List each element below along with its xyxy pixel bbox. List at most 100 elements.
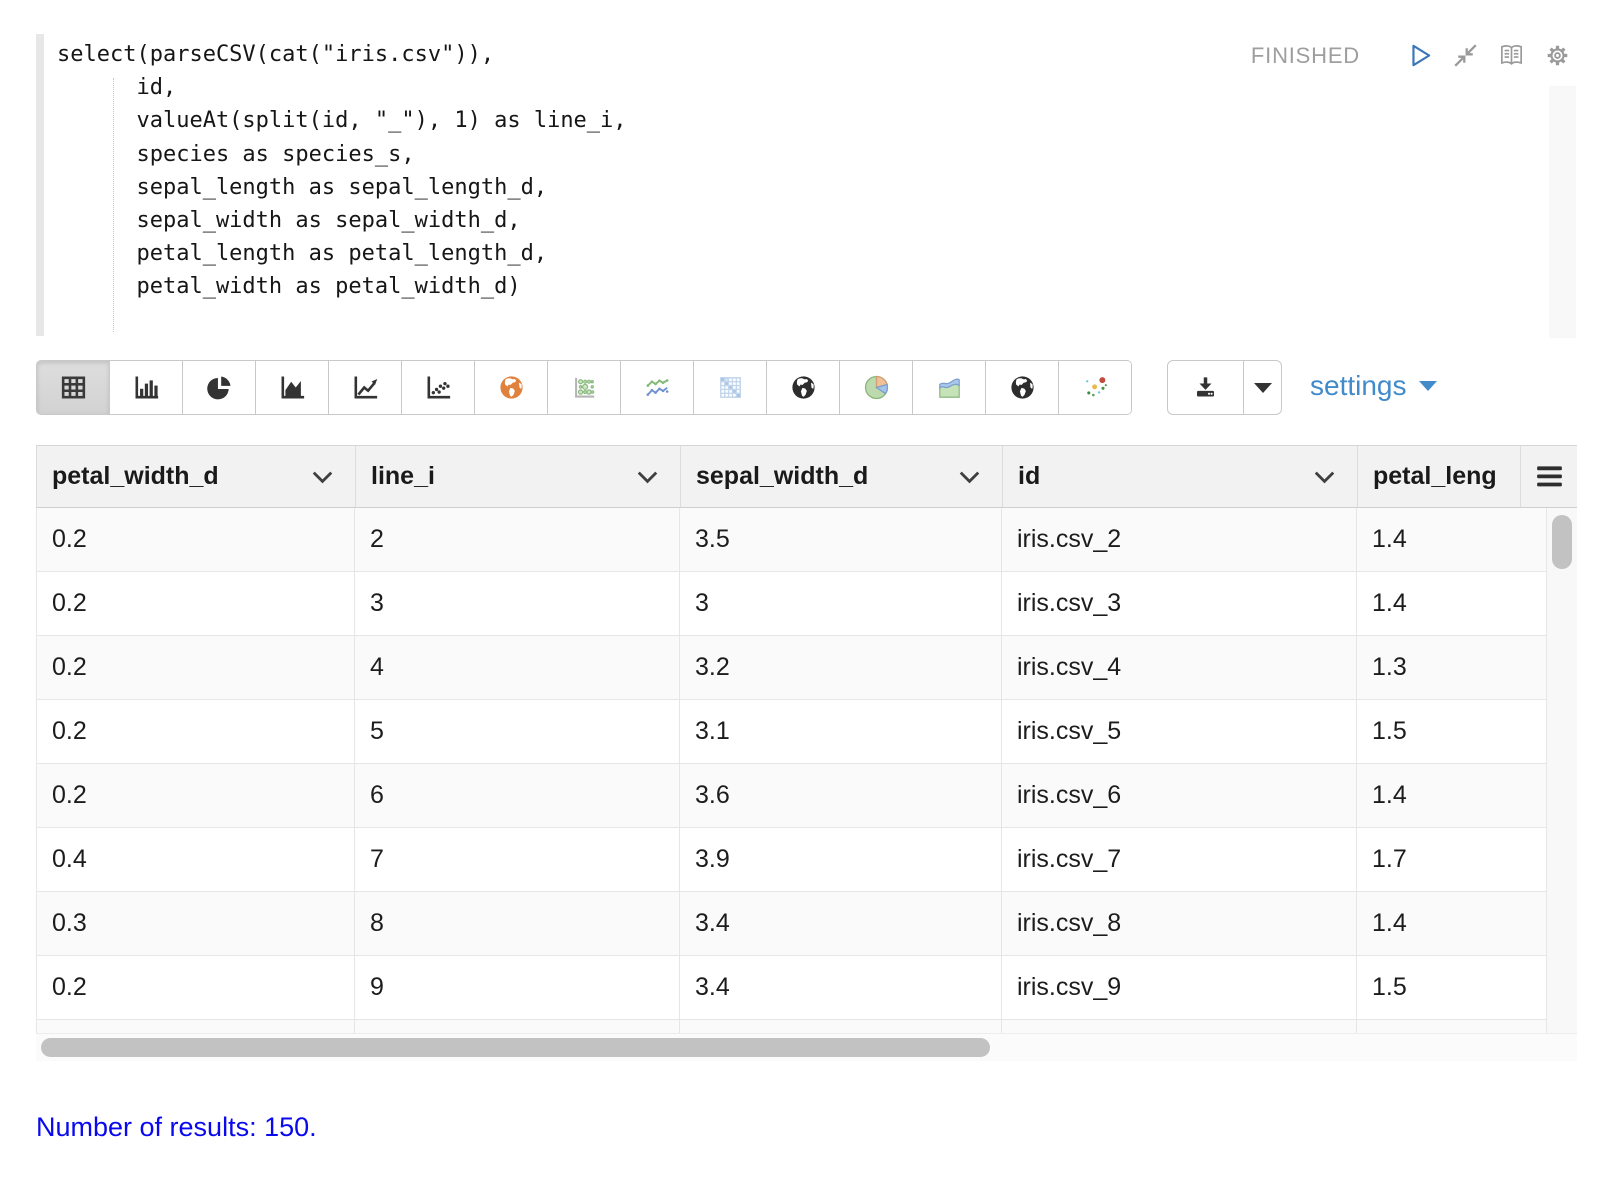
chart-type-pie-button[interactable]: [183, 361, 256, 414]
table-cell: 3.1: [680, 700, 1002, 763]
table-row-partial: [36, 1020, 1577, 1033]
visualization-toolbar: settings: [36, 360, 1577, 416]
chart-type-map-dark-button[interactable]: [767, 361, 840, 414]
collapse-button[interactable]: [1451, 41, 1480, 70]
table-cell: 8: [355, 892, 680, 955]
chart-type-table-button[interactable]: [37, 361, 110, 414]
column-header-label: petal_width_d: [52, 462, 219, 491]
table-row: 0.253.1iris.csv_51.5: [36, 700, 1577, 764]
column-header-label: line_i: [371, 462, 435, 491]
globe-orange-icon: [494, 372, 529, 403]
caret-down-icon: [1419, 381, 1437, 391]
table-cell: 7: [355, 828, 680, 891]
vertical-scrollbar[interactable]: [1546, 508, 1577, 1033]
globe-black-icon: [1005, 372, 1040, 403]
chart-type-area-pastel-button[interactable]: [913, 361, 986, 414]
line-chart-icon: [348, 372, 383, 403]
gear-icon: [1543, 41, 1572, 70]
editor-gutter: [36, 34, 44, 336]
table-cell: 1.4: [1357, 572, 1546, 635]
table-cell: 1.4: [1357, 764, 1546, 827]
table-cell: iris.csv_2: [1002, 508, 1357, 571]
chevron-down-icon: [312, 470, 333, 484]
code-editor[interactable]: select(parseCSV(cat("iris.csv")), id, va…: [36, 34, 1577, 340]
chart-type-scatter-button[interactable]: [402, 361, 475, 414]
table-header-row: petal_width_d line_i sepal_width_d id petal_…: [36, 445, 1577, 508]
chart-type-scatter-color-button[interactable]: [1059, 361, 1131, 414]
settings-label: settings: [1310, 370, 1407, 402]
chart-type-area-button[interactable]: [256, 361, 329, 414]
chart-type-bubble-matrix-button[interactable]: [548, 361, 621, 414]
pie-pastel-icon: [859, 372, 894, 403]
zeppelin-paragraph: select(parseCSV(cat("iris.csv")), id, va…: [0, 0, 1610, 1204]
globe-black-icon: [786, 372, 821, 403]
table-cell: iris.csv_5: [1002, 700, 1357, 763]
horizontal-scrollbar-thumb[interactable]: [41, 1038, 990, 1057]
code-line: sepal_length as sepal_length_d,: [57, 171, 627, 204]
code-line: species as species_s,: [57, 138, 627, 171]
chart-type-heatmap-button[interactable]: [694, 361, 767, 414]
download-button[interactable]: [1168, 361, 1244, 414]
chart-type-multi-line-button[interactable]: [621, 361, 694, 414]
paragraph-status-bar: FINISHED: [1251, 41, 1572, 70]
table-cell: 3.9: [680, 828, 1002, 891]
chevron-down-icon: [637, 470, 658, 484]
vertical-scrollbar-thumb[interactable]: [1552, 515, 1572, 569]
table-row: 0.223.5iris.csv_21.4: [36, 508, 1577, 572]
table-cell: [680, 1020, 1002, 1033]
show-editor-button[interactable]: [1497, 41, 1526, 70]
column-header-petal_leng[interactable]: petal_leng: [1358, 446, 1521, 507]
column-header-id[interactable]: id: [1003, 446, 1358, 507]
chart-type-line-button[interactable]: [329, 361, 402, 414]
caret-down-icon: [1254, 383, 1272, 393]
hamburger-menu-icon: [1536, 465, 1563, 488]
chevron-down-icon: [959, 470, 980, 484]
code-line: petal_length as petal_length_d,: [57, 237, 627, 270]
table-cell: 3.2: [680, 636, 1002, 699]
scatter-color-icon: [1078, 372, 1113, 403]
editor-scrollbar[interactable]: [1549, 86, 1576, 338]
column-header-label: petal_leng: [1373, 462, 1497, 491]
table-cell: 9: [355, 956, 680, 1019]
horizontal-scrollbar[interactable]: [36, 1033, 1577, 1061]
table-cell: 1.5: [1357, 956, 1546, 1019]
column-header-sepal_width_d[interactable]: sepal_width_d: [681, 446, 1003, 507]
paragraph-settings-button[interactable]: [1543, 41, 1572, 70]
area-pastel-icon: [932, 372, 967, 403]
table-cell: 0.3: [36, 892, 355, 955]
column-header-line_i[interactable]: line_i: [356, 446, 681, 507]
table-row: 0.233iris.csv_31.4: [36, 572, 1577, 636]
table-cell: [1357, 1020, 1546, 1033]
code-line: id,: [57, 71, 627, 104]
code-block[interactable]: select(parseCSV(cat("iris.csv")), id, va…: [57, 38, 627, 304]
table-cell: iris.csv_6: [1002, 764, 1357, 827]
chart-type-pie-pastel-button[interactable]: [840, 361, 913, 414]
table-menu-cell[interactable]: [1521, 446, 1577, 507]
table-cell: 1.4: [1357, 892, 1546, 955]
chart-type-map-dark-2-button[interactable]: [986, 361, 1059, 414]
table-cell: 0.2: [36, 956, 355, 1019]
table-cell: iris.csv_9: [1002, 956, 1357, 1019]
bubble-matrix-icon: [567, 372, 602, 403]
table-cell: 3.6: [680, 764, 1002, 827]
chart-type-map-orange-button[interactable]: [475, 361, 548, 414]
table-cell: 6: [355, 764, 680, 827]
area-chart-icon: [275, 372, 310, 403]
chevron-down-icon: [1314, 470, 1335, 484]
column-header-petal_width_d[interactable]: petal_width_d: [37, 446, 356, 507]
chart-type-bar-button[interactable]: [110, 361, 183, 414]
download-options-button[interactable]: [1244, 361, 1281, 414]
table-cell: 3.4: [680, 892, 1002, 955]
bar-chart-icon: [129, 372, 164, 403]
download-icon: [1189, 373, 1222, 403]
book-icon: [1497, 41, 1526, 70]
table-cell: 1.4: [1357, 508, 1546, 571]
column-header-label: id: [1018, 462, 1040, 491]
table-row: 0.263.6iris.csv_61.4: [36, 764, 1577, 828]
table-cell: 1.3: [1357, 636, 1546, 699]
settings-toggle[interactable]: settings: [1310, 370, 1437, 402]
table-cell: 0.4: [36, 828, 355, 891]
table-cell: 1.5: [1357, 700, 1546, 763]
table-cell: iris.csv_3: [1002, 572, 1357, 635]
run-button[interactable]: [1405, 41, 1434, 70]
